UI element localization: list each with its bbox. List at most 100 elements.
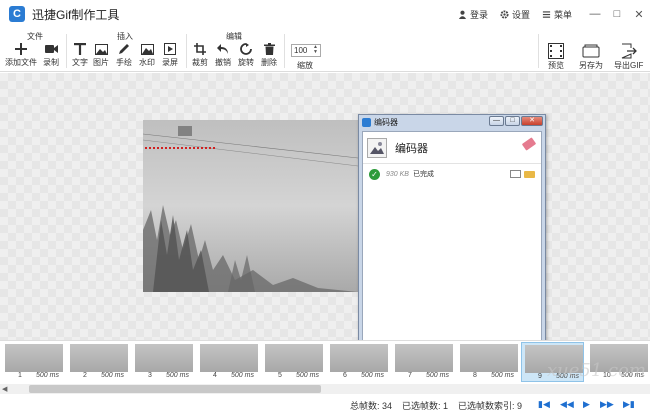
export-gif-button[interactable]: 导出GIF [614,42,643,71]
record-label: 录制 [43,58,59,67]
undo-button[interactable]: 撤销 [215,42,231,68]
last-frame-icon[interactable]: ▶▮ [623,400,635,409]
preview-button[interactable]: 预览 [547,42,565,71]
snowy-forest-image [143,120,358,292]
frame-strip-scrollbar[interactable]: ◀ [0,384,650,394]
frame-number: 8 [473,372,477,379]
frame-thumbnail[interactable]: 1 500 ms [2,342,65,382]
screen-record-icon [163,42,177,56]
frame-duration: 500 ms [101,372,124,379]
rotate-button[interactable]: 旋转 [238,42,254,68]
menu-link[interactable]: 菜单 [542,8,572,21]
rotate-icon [239,42,253,56]
menu-label: 菜单 [553,9,572,20]
previous-frame-icon[interactable]: ◀◀ [560,400,574,409]
minimize-button[interactable]: — [584,0,606,28]
frame-thumbnail[interactable]: 7 500 ms [392,342,455,382]
draw-path-marker [145,147,215,149]
frame-duration: 500 ms [426,372,449,379]
frame-thumbnail[interactable]: 5 500 ms [262,342,325,382]
status-bar: 总帧数: 34 已选帧数: 1 已选帧数索引: 9 ▮◀ ◀◀ ▶ ▶▶ ▶▮ [0,394,650,414]
frame-duration: 500 ms [166,372,189,379]
crop-button[interactable]: 裁剪 [192,42,208,68]
delete-label: 删除 [261,58,277,67]
scrollbar-thumb[interactable] [29,385,321,393]
app-small-icon [362,117,371,127]
frame-number: 6 [343,372,347,379]
record-button[interactable]: 录制 [43,42,59,68]
frame-duration: 500 ms [296,372,319,379]
dialog-title-bar[interactable]: 编码器 — □ ✕ [359,115,545,129]
image-button[interactable]: 图片 [93,42,109,68]
eraser-icon[interactable] [521,137,537,151]
frame-number: 2 [83,372,87,379]
settings-link[interactable]: 设置 [500,8,530,21]
task-status: 已完成 [412,171,434,178]
save-as-label: 另存为 [579,61,603,70]
scroll-left-arrow-icon[interactable]: ◀ [2,385,7,393]
image-label: 图片 [93,58,109,67]
selected-frame-index: 已选帧数索引: 9 [458,401,523,411]
frame-thumbnail[interactable]: 6 500 ms [327,342,390,382]
dialog-title: 编码器 [374,117,398,127]
login-label: 登录 [469,9,488,20]
divider [66,34,67,68]
draw-label: 手绘 [116,58,132,67]
gif-frame-image[interactable] [143,120,358,292]
group-label-insert: 插入 [117,32,133,41]
ribbon-toolbar: 文件 插入 编辑 添加文件 录制 文字 图片 手绘 水印 录屏 裁剪 撤销 旋转 [0,28,650,72]
group-label-file: 文件 [27,32,43,41]
add-file-label: 添加文件 [5,58,37,67]
encoder-dialog[interactable]: 编码器 — □ ✕ 编码器 ✓ 930 KB 已完成 [358,114,546,353]
frame-thumbnail[interactable]: 4 500 ms [197,342,260,382]
divider [186,34,187,68]
first-frame-icon[interactable]: ▮◀ [538,400,550,409]
dialog-close-button[interactable]: ✕ [521,116,543,126]
frame-thumbnail[interactable]: 2 500 ms [67,342,130,382]
delete-button[interactable]: 删除 [261,42,277,68]
settings-label: 设置 [511,9,530,20]
export-label: 导出GIF [614,61,644,70]
save-as-button[interactable]: 另存为 [579,42,603,71]
frame-number: 1 [18,372,22,379]
text-button[interactable]: 文字 [72,42,88,68]
crop-icon [193,42,207,56]
encoder-task-row[interactable]: ✓ 930 KB 已完成 [363,164,541,184]
frame-thumbnail[interactable]: 8 500 ms [457,342,520,382]
pencil-icon [117,42,131,56]
zoom-stepper[interactable]: 100 ▲ ▼ [291,44,321,57]
file-icon[interactable] [510,170,521,178]
frame-thumbnail[interactable]: 3 500 ms [132,342,195,382]
frame-number: 3 [148,372,152,379]
site-watermark: xue51.com [546,360,646,381]
stepper-arrows-icon[interactable]: ▲ ▼ [313,45,318,55]
total-frames: 总帧数: 34 [350,401,393,411]
trash-icon [262,42,276,56]
menu-icon [542,10,551,18]
login-link[interactable]: 登录 [458,8,488,21]
export-icon [620,42,638,59]
frame-number: 7 [408,372,412,379]
undo-label: 撤销 [215,58,231,67]
screen-record-label: 录屏 [162,58,178,67]
close-button[interactable]: ✕ [628,0,650,28]
add-file-button[interactable]: 添加文件 [5,42,37,68]
frame-duration: 500 ms [361,372,384,379]
group-label-edit: 编辑 [226,32,242,41]
restore-button[interactable]: □ [606,0,628,28]
draw-button[interactable]: 手绘 [116,42,132,68]
zoom-label: 缩放 [297,61,313,70]
save-as-icon [582,42,600,59]
folder-icon[interactable] [524,171,535,178]
camera-icon [44,42,58,56]
play-icon[interactable]: ▶ [583,400,590,409]
rotate-label: 旋转 [238,58,254,67]
screen-record-button[interactable]: 录屏 [162,42,178,68]
app-title: 迅捷Gif制作工具 [32,7,120,22]
file-size: 930 KB [386,170,409,178]
dialog-minimize-button[interactable]: — [489,116,504,126]
watermark-button[interactable]: 水印 [139,42,155,68]
next-frame-icon[interactable]: ▶▶ [600,400,614,409]
dialog-restore-button[interactable]: □ [505,116,520,126]
editing-canvas[interactable] [0,73,650,340]
